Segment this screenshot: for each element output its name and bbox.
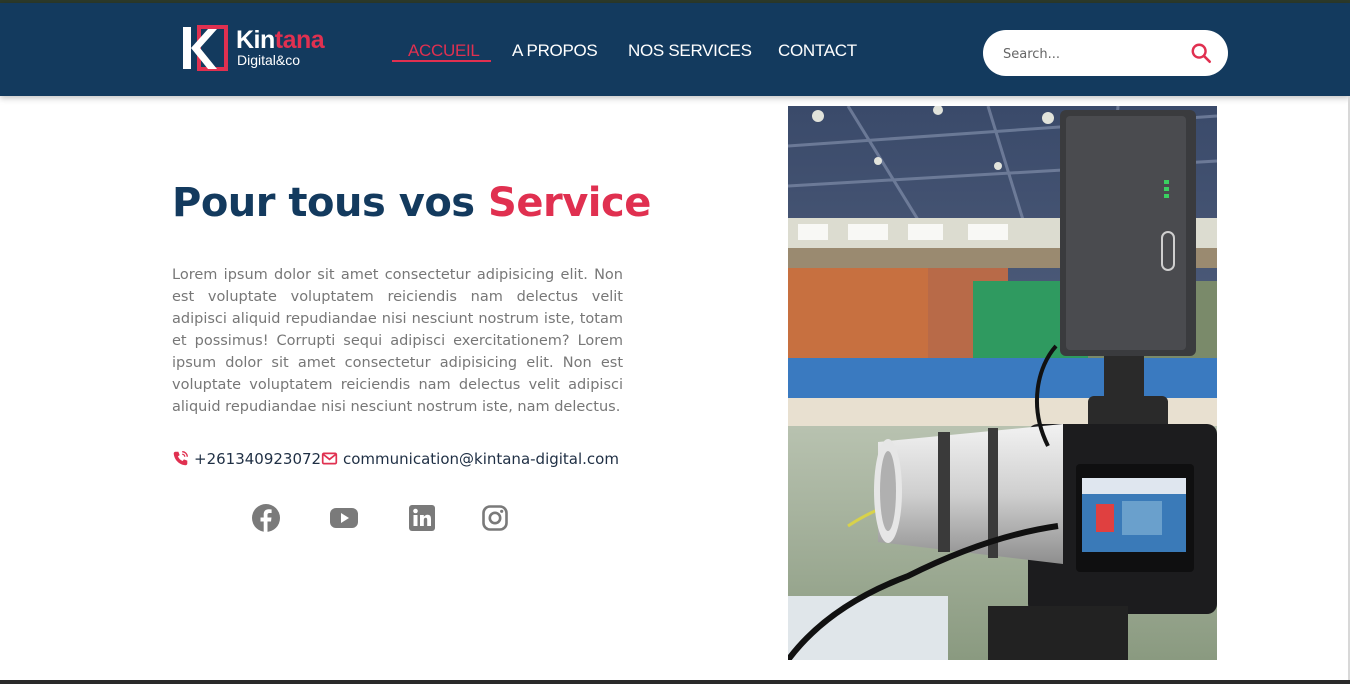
- envelope-icon: [321, 452, 338, 465]
- linkedin-icon[interactable]: [407, 503, 437, 533]
- logo-name: Kintana: [236, 26, 325, 54]
- active-nav-underline: [392, 60, 491, 62]
- logo[interactable]: Kintana Digital&co: [182, 25, 332, 73]
- logo-subtitle: Digital&co: [237, 52, 301, 68]
- youtube-icon[interactable]: [329, 503, 359, 533]
- email-address: communication@kintana-digital.com: [343, 450, 619, 468]
- phone-number: +261340923072: [194, 450, 322, 468]
- hero-title-accent: Service: [488, 180, 651, 226]
- nav-item-nos-services[interactable]: NOS SERVICES: [628, 41, 752, 61]
- search-icon[interactable]: [1190, 42, 1212, 64]
- search-input[interactable]: [1001, 42, 1185, 66]
- logo-name-part2: tana: [274, 26, 325, 54]
- instagram-icon[interactable]: [480, 503, 510, 533]
- logo-name-part1: Kin: [236, 26, 275, 54]
- navbar: Kintana Digital&co ACCUEIL A PROPOS NOS …: [0, 3, 1350, 96]
- hero-title: Pour tous vos Service: [172, 180, 651, 226]
- hero-paragraph: Lorem ipsum dolor sit amet consectetur a…: [172, 267, 623, 415]
- facebook-icon[interactable]: [251, 503, 281, 533]
- window-bottom-bar: [0, 680, 1350, 684]
- nav-item-contact[interactable]: CONTACT: [778, 41, 857, 61]
- camera-photo: [788, 106, 1217, 660]
- phone-icon: [173, 451, 188, 466]
- hero-image: [788, 106, 1217, 660]
- nav-item-accueil[interactable]: ACCUEIL: [408, 41, 480, 61]
- hero-title-main: Pour tous vos: [172, 180, 489, 226]
- nav-item-a-propos[interactable]: A PROPOS: [512, 41, 598, 61]
- logo-mark-icon: [183, 25, 228, 71]
- search-box: [983, 30, 1228, 76]
